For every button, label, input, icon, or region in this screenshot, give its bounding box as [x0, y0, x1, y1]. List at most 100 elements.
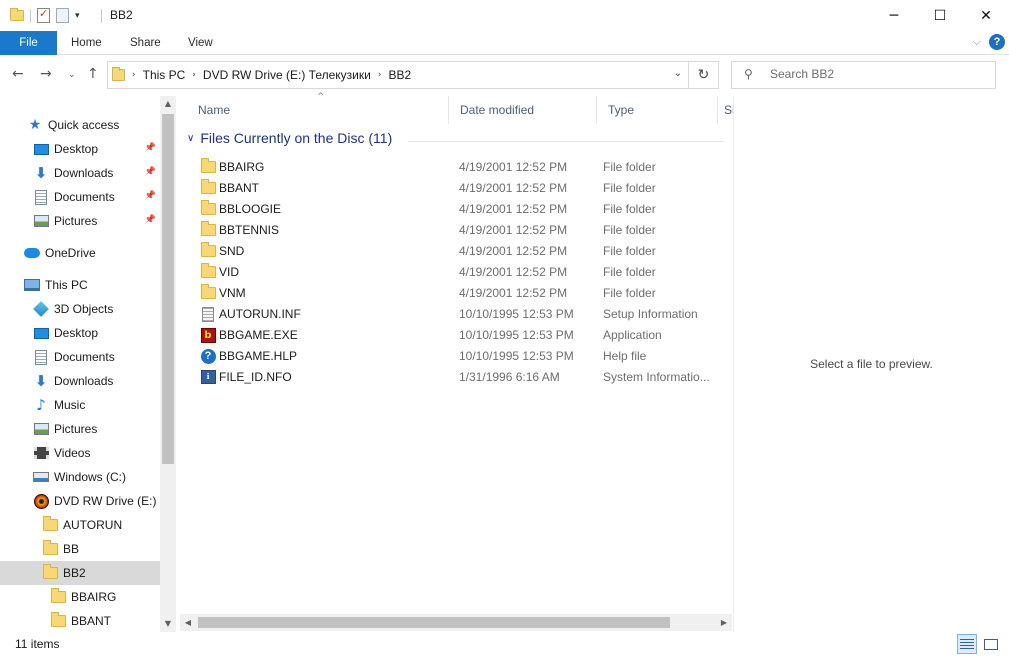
file-name: BBGAME.HLP: [219, 349, 298, 363]
customize-toolbar-dropdown-icon[interactable]: ▾: [75, 11, 80, 21]
file-name: BBANT: [219, 181, 260, 195]
refresh-icon[interactable]: ↻: [688, 62, 718, 88]
breadcrumb-separator-icon[interactable]: ›: [378, 70, 382, 80]
nav-this-pc[interactable]: This PC: [0, 273, 160, 297]
nav-label: Downloads: [54, 374, 114, 388]
file-row[interactable]: BBLOOGIE 4/19/2001 12:52 PM File folder: [187, 198, 722, 219]
scroll-up-arrow-icon[interactable]: ▲: [160, 96, 176, 112]
scroll-right-arrow-icon[interactable]: ▶: [716, 614, 732, 631]
file-row[interactable]: VID 4/19/2001 12:52 PM File folder: [187, 261, 722, 282]
forward-arrow-icon[interactable]: →: [40, 66, 52, 82]
breadcrumb-separator-icon[interactable]: ›: [132, 70, 136, 80]
column-header-date-modified[interactable]: Date modified: [448, 96, 596, 124]
search-box[interactable]: ⚲: [731, 61, 996, 89]
nav-bbant[interactable]: BBANT: [0, 609, 160, 633]
nav-3d-objects[interactable]: 3D Objects: [0, 297, 160, 321]
back-arrow-icon[interactable]: ←: [12, 66, 24, 82]
nav-scrollbar[interactable]: ▲ ▼: [160, 96, 176, 632]
nav-pictures-pinned[interactable]: Pictures 📌: [0, 209, 160, 233]
scrollbar-thumb[interactable]: [198, 617, 670, 628]
nav-documents[interactable]: Documents: [0, 345, 160, 369]
file-type: Help file: [603, 349, 647, 363]
preview-pane-message: Select a file to preview.: [810, 357, 933, 371]
large-icons-view-button[interactable]: [981, 634, 1001, 654]
folder-icon: [42, 540, 58, 557]
nav-label: Desktop: [54, 142, 99, 156]
nav-bbairg[interactable]: BBAIRG: [0, 585, 160, 609]
tab-view[interactable]: View: [188, 31, 213, 55]
nav-desktop[interactable]: Desktop: [0, 321, 160, 345]
nav-autorun[interactable]: AUTORUN: [0, 513, 160, 537]
file-row[interactable]: BBANT 4/19/2001 12:52 PM File folder: [187, 177, 722, 198]
new-folder-icon[interactable]: [56, 8, 69, 23]
desktop-icon: [33, 325, 49, 341]
nav-bb[interactable]: BB: [0, 537, 160, 561]
breadcrumb: › This PC › DVD RW Drive (E:) Телекузики…: [112, 67, 411, 82]
collapse-group-chevron-icon[interactable]: ∨: [187, 133, 194, 144]
nav-videos[interactable]: Videos: [0, 441, 160, 465]
expand-ribbon-chevron-icon[interactable]: ⌵: [973, 35, 981, 49]
nav-label: Pictures: [54, 214, 98, 228]
search-input[interactable]: [770, 67, 985, 81]
breadcrumb-bb2[interactable]: BB2: [388, 68, 411, 82]
tab-share[interactable]: Share: [130, 31, 161, 55]
drive-icon: [33, 469, 49, 485]
pin-icon[interactable]: 📌: [145, 143, 156, 153]
column-header-type[interactable]: Type: [596, 96, 717, 124]
pin-icon[interactable]: 📌: [145, 191, 156, 201]
nav-label: This PC: [45, 278, 88, 292]
scroll-down-arrow-icon[interactable]: ▼: [160, 616, 176, 632]
breadcrumb-separator-icon[interactable]: ›: [192, 70, 196, 80]
nav-label: 3D Objects: [54, 302, 114, 316]
recent-locations-chevron-icon[interactable]: ⌄: [68, 70, 76, 80]
breadcrumb-dvd-drive[interactable]: DVD RW Drive (E:) Телекузики: [203, 68, 371, 82]
scrollbar-thumb[interactable]: [162, 114, 174, 464]
nav-bb2[interactable]: BB2: [0, 561, 160, 585]
nav-onedrive[interactable]: OneDrive: [0, 241, 160, 265]
nav-desktop-pinned[interactable]: Desktop 📌: [0, 137, 160, 161]
nav-dvd-drive[interactable]: DVD RW Drive (E:) Телекузики: [0, 489, 160, 513]
scroll-left-arrow-icon[interactable]: ◀: [180, 614, 196, 631]
nav-pictures[interactable]: Pictures: [0, 417, 160, 441]
breadcrumb-this-pc[interactable]: This PC: [143, 68, 186, 82]
group-header[interactable]: ∨ Files Currently on the Disc (11): [187, 130, 392, 146]
file-row[interactable]: SND 4/19/2001 12:52 PM File folder: [187, 240, 722, 261]
nav-quick-access[interactable]: ★ Quick access: [0, 113, 160, 137]
file-row[interactable]: ℹ FILE_ID.NFO 1/31/1996 6:16 AM System I…: [187, 366, 722, 387]
horizontal-scrollbar[interactable]: ◀ ▶: [180, 614, 732, 631]
file-date: 10/10/1995 12:53 PM: [459, 328, 574, 342]
maximize-button[interactable]: ☐: [917, 0, 963, 31]
properties-icon[interactable]: [37, 7, 50, 23]
address-bar[interactable]: › This PC › DVD RW Drive (E:) Телекузики…: [107, 61, 719, 89]
music-icon: ♪: [36, 396, 46, 414]
nav-label: Videos: [54, 446, 91, 460]
file-row[interactable]: VNM 4/19/2001 12:52 PM File folder: [187, 282, 722, 303]
details-view-button[interactable]: [957, 634, 977, 654]
column-header-size[interactable]: Si: [717, 96, 733, 124]
nav-windows-c[interactable]: Windows (C:): [0, 465, 160, 489]
help-icon[interactable]: ?: [989, 34, 1005, 50]
tab-home[interactable]: Home: [71, 31, 102, 55]
nav-documents-pinned[interactable]: Documents 📌: [0, 185, 160, 209]
download-icon: ⬇: [34, 372, 48, 390]
tab-file[interactable]: File: [0, 31, 57, 55]
column-header-name[interactable]: Name: [187, 96, 448, 124]
folder-icon: [200, 221, 216, 238]
pin-icon[interactable]: 📌: [145, 215, 156, 225]
address-dropdown-chevron-icon[interactable]: ⌄: [674, 68, 682, 79]
minimize-button[interactable]: ─: [871, 0, 917, 31]
file-row[interactable]: BBTENNIS 4/19/2001 12:52 PM File folder: [187, 219, 722, 240]
file-row[interactable]: ? BBGAME.HLP 10/10/1995 12:53 PM Help fi…: [187, 345, 722, 366]
nav-downloads-pinned[interactable]: ⬇ Downloads 📌: [0, 161, 160, 185]
close-button[interactable]: ✕: [963, 0, 1009, 31]
file-type: File folder: [603, 244, 656, 258]
file-row[interactable]: BBAIRG 4/19/2001 12:52 PM File folder: [187, 156, 722, 177]
file-name: AUTORUN.INF: [219, 307, 301, 321]
nav-downloads[interactable]: ⬇ Downloads: [0, 369, 160, 393]
group-title: Files Currently on the Disc (11): [200, 130, 393, 146]
file-row[interactable]: b BBGAME.EXE 10/10/1995 12:53 PM Applica…: [187, 324, 722, 345]
nav-music[interactable]: ♪ Music: [0, 393, 160, 417]
up-arrow-icon[interactable]: ↑: [87, 66, 99, 82]
file-row[interactable]: AUTORUN.INF 10/10/1995 12:53 PM Setup In…: [187, 303, 722, 324]
pin-icon[interactable]: 📌: [145, 167, 156, 177]
